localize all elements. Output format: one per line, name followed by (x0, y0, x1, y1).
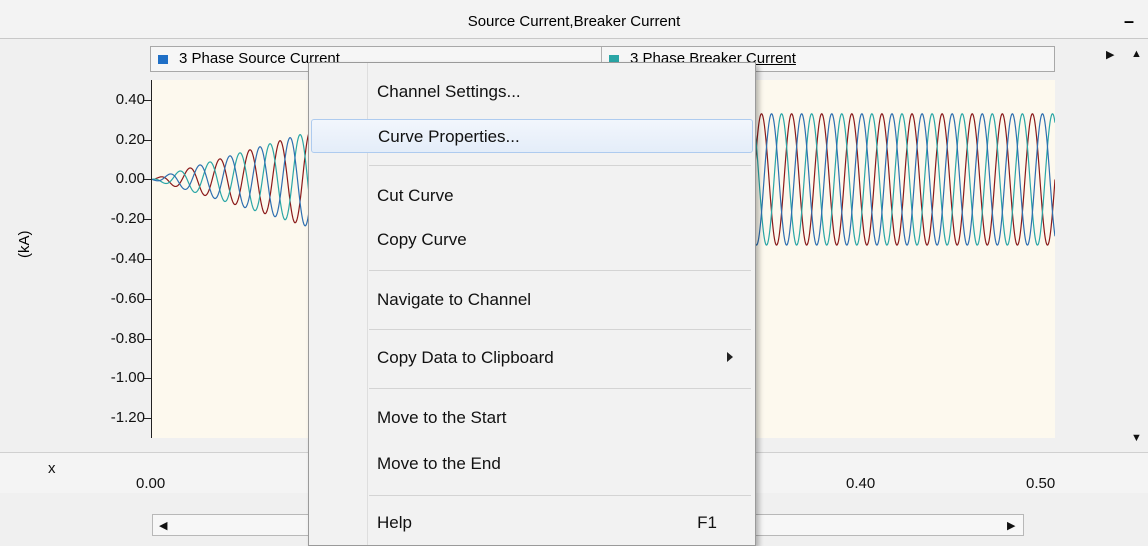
y-tick (144, 259, 152, 260)
vertical-scrollbar[interactable]: ▲ ▼ (1126, 44, 1146, 454)
scroll-left-icon[interactable]: ◀ (159, 519, 167, 532)
menu-item-navigate-to-channel[interactable]: Navigate to Channel (311, 283, 753, 317)
menu-item-label: Channel Settings... (377, 82, 521, 101)
submenu-arrow-icon (727, 352, 733, 362)
y-tick-label: -0.40 (110, 250, 145, 267)
y-tick-label: -1.20 (110, 409, 145, 427)
menu-separator (369, 270, 751, 271)
y-tick (144, 139, 152, 141)
context-menu: Channel Settings... Curve Properties... … (308, 62, 756, 546)
menu-item-label: Move to the Start (377, 408, 507, 427)
menu-item-move-to-end[interactable]: Move to the End (311, 447, 753, 481)
menu-item-label: Curve Properties... (378, 127, 520, 146)
y-tick-label: -0.20 (110, 210, 145, 228)
y-axis-unit: (kA) (16, 230, 33, 259)
y-tick-label: -0.60 (110, 289, 145, 307)
menu-separator (369, 495, 751, 496)
scroll-up-icon[interactable]: ▲ (1131, 48, 1142, 60)
y-tick (144, 298, 152, 300)
scroll-right-icon[interactable]: ▶ (1007, 519, 1015, 532)
menu-item-copy-curve[interactable]: Copy Curve (311, 223, 753, 257)
title-bar: Source Current,Breaker Current – (0, 0, 1148, 39)
menu-item-move-to-start[interactable]: Move to the Start (311, 401, 753, 435)
y-tick (144, 179, 152, 181)
x-tick-label: 0.40 (846, 475, 876, 492)
y-tick (144, 378, 152, 380)
x-tick-label: 0.00 (136, 475, 166, 492)
menu-separator (369, 329, 751, 330)
scroll-down-icon[interactable]: ▼ (1131, 432, 1142, 444)
menu-item-copy-data-to-clipboard[interactable]: Copy Data to Clipboard (311, 341, 753, 375)
y-tick-label: -1.00 (110, 369, 145, 387)
menu-item-label: Copy Data to Clipboard (377, 348, 554, 367)
menu-item-label: Copy Curve (377, 230, 467, 249)
y-tick-label: 0.40 (115, 90, 145, 108)
y-tick-label: 0.20 (115, 130, 145, 148)
menu-item-label: Help (377, 513, 412, 532)
menu-item-label: Move to the End (377, 454, 501, 473)
menu-item-curve-properties[interactable]: Curve Properties... (311, 119, 753, 153)
chart-title: Source Current,Breaker Current (467, 13, 681, 30)
y-tick (144, 338, 152, 340)
menu-item-help[interactable]: Help F1 (311, 506, 753, 540)
y-tick (144, 99, 152, 101)
menu-separator (369, 388, 751, 389)
y-tick (144, 219, 152, 221)
menu-separator (369, 165, 751, 166)
minimize-button[interactable]: – (1124, 12, 1142, 30)
menu-item-label: Navigate to Channel (377, 290, 532, 309)
legend-swatch-icon (158, 55, 168, 64)
y-tick (144, 418, 152, 420)
menu-item-cut-curve[interactable]: Cut Curve (311, 179, 753, 213)
legend-scroll-right-icon[interactable]: ▶ (1106, 48, 1114, 61)
y-tick-label: 0.00 (115, 170, 145, 188)
x-axis-variable: x (48, 460, 56, 477)
menu-item-channel-settings[interactable]: Channel Settings... (311, 75, 753, 109)
menu-item-shortcut: F1 (697, 513, 717, 532)
x-tick-label: 0.50 (1026, 475, 1056, 492)
y-tick-label: -0.80 (110, 329, 145, 347)
menu-item-label: Cut Curve (377, 186, 454, 205)
